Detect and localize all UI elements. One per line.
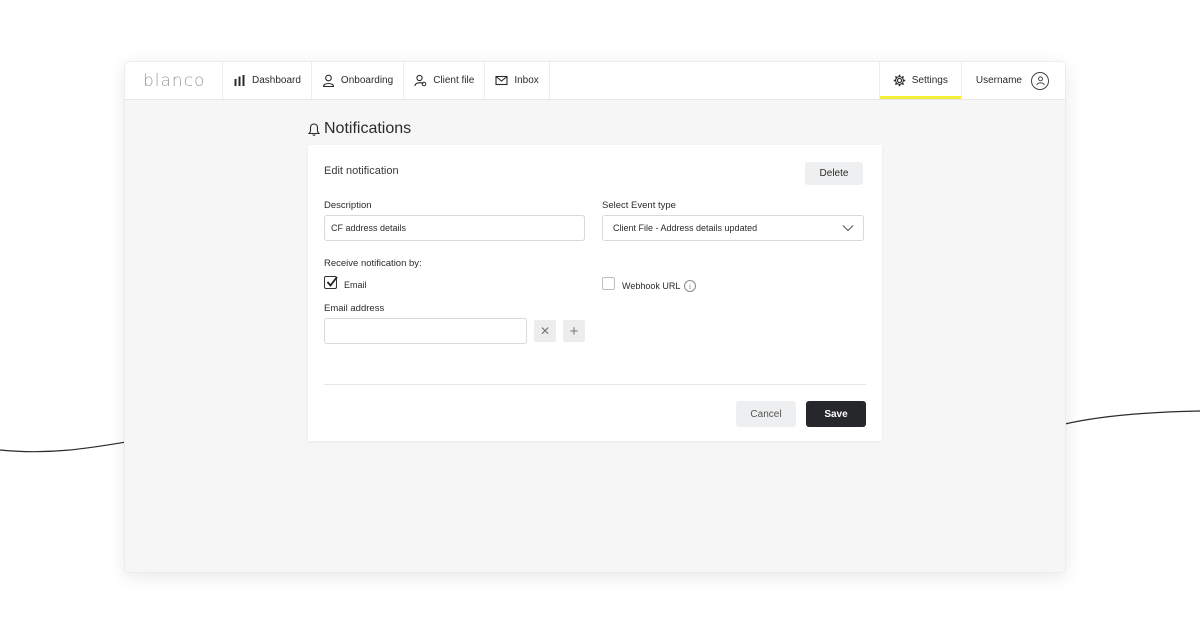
description-input[interactable]: CF address details [324,215,585,241]
nav-client-file[interactable]: Client file [404,62,486,99]
gear-icon [893,74,905,87]
nav-onboarding[interactable]: Onboarding [312,62,405,99]
user-icon [322,74,334,87]
nav-settings-label: Settings [911,75,948,86]
event-type-select[interactable]: Client File - Address details updated [602,215,864,241]
username-label: Username [975,75,1022,86]
info-icon[interactable]: i [684,280,696,292]
card-heading: Edit notification [324,165,399,177]
email-address-label: Email address [324,303,385,314]
app-window: blanco Dashboard Onboarding Client file … [125,62,1065,572]
top-navbar: blanco Dashboard Onboarding Client file … [125,62,1065,100]
webhook-option-label: Webhook URL [622,281,681,291]
stage: blanco Dashboard Onboarding Client file … [0,0,1200,630]
nav-settings[interactable]: Settings [878,62,962,99]
nav-client-file-label: Client file [433,75,475,86]
delete-button[interactable]: Delete [805,162,863,185]
event-type-label: Select Event type [602,200,676,211]
user-menu[interactable]: Username [962,62,1065,99]
nav-dashboard-label: Dashboard [252,75,301,86]
email-address-input[interactable] [324,318,527,344]
bar-chart-icon [234,75,245,86]
mail-icon [495,75,508,86]
form-divider [324,384,866,385]
webhook-checkbox[interactable] [602,277,615,290]
nav-inbox[interactable]: Inbox [485,62,550,99]
save-button[interactable]: Save [806,401,866,427]
event-type-value: Client File - Address details updated [613,223,758,233]
email-checkbox[interactable] [324,276,338,289]
page-title-text: Notifications [324,120,412,137]
add-email-button[interactable]: + [563,320,585,342]
client-search-icon [414,74,427,87]
page-title: Notifications [308,120,411,138]
email-option-label: Email [344,280,367,290]
nav-dashboard[interactable]: Dashboard [223,62,312,99]
user-circle-icon [1031,71,1049,90]
checkmark-icon [326,276,338,287]
receive-label: Receive notification by: [324,258,422,269]
edit-notification-card: Edit notification Delete Description CF … [308,145,882,441]
description-label: Description [324,200,372,211]
cancel-button[interactable]: Cancel [736,401,796,427]
nav-inbox-label: Inbox [514,75,539,86]
remove-email-button[interactable]: ✕ [534,320,556,342]
chevron-down-icon [842,225,854,232]
app-logo[interactable]: blanco [125,62,223,99]
bell-icon [308,122,320,136]
nav-onboarding-label: Onboarding [340,75,394,86]
